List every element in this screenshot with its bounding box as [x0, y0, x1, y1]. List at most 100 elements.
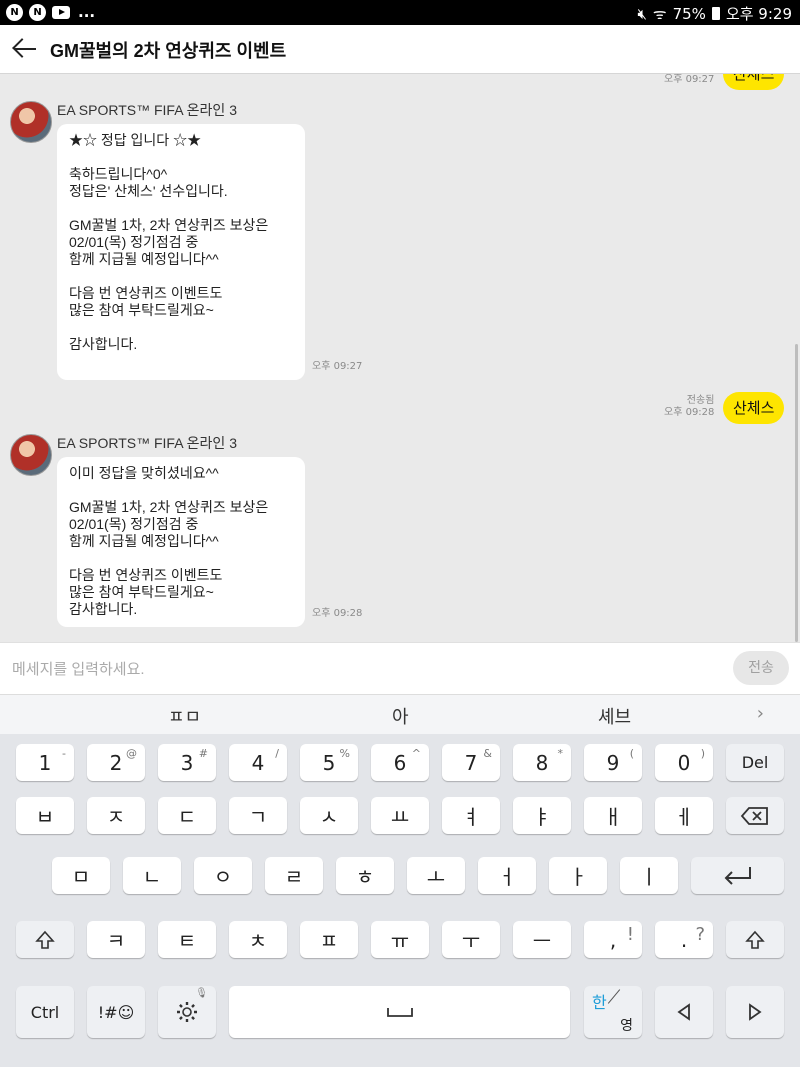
message-time: 오후 09:28 — [664, 407, 715, 418]
enter-key[interactable] — [691, 857, 784, 894]
key-g[interactable]: ㄱ — [229, 797, 287, 834]
key-label: . — [680, 927, 688, 952]
enter-icon — [724, 866, 751, 885]
key-eo[interactable]: ㅓ — [478, 857, 536, 894]
backspace-key[interactable] — [726, 797, 784, 834]
shift-icon — [35, 930, 55, 949]
key-d[interactable]: ㄷ — [158, 797, 216, 834]
message-status-time: 전송됨 오후 09:28 — [664, 395, 714, 419]
key-ae[interactable]: ㅐ — [584, 797, 642, 834]
ctrl-key[interactable]: Ctrl — [16, 986, 74, 1038]
my-message-bubble[interactable]: 산체스 — [723, 392, 785, 424]
key-yu[interactable]: ㅠ — [371, 921, 429, 958]
back-arrow-icon[interactable] — [12, 37, 38, 61]
key-e[interactable]: ㅔ — [655, 797, 713, 834]
chevron-right-icon[interactable]: › — [757, 703, 764, 724]
language-toggle-key[interactable]: 한 영 — [584, 986, 642, 1038]
symbols-key[interactable]: !#☺ — [87, 986, 145, 1038]
sender-name: EA SPORTS™ FIFA 온라인 3 — [57, 102, 237, 118]
key-2[interactable]: 2 @ — [87, 744, 145, 781]
key-sup: - — [62, 747, 66, 760]
key-5[interactable]: 5% — [300, 744, 358, 781]
message-time: 오후 09:27 — [312, 361, 363, 372]
chat-area[interactable]: 오후 09:27 산체스 EA SPORTS™ FIFA 온라인 3 ★☆ 정답… — [0, 74, 800, 642]
key-label: , — [609, 927, 617, 952]
key-label: 3 — [180, 750, 194, 775]
key-sup: ) — [700, 747, 705, 760]
key-sup: ! — [626, 924, 634, 945]
chat-header: GM꿀벌의 2차 연상퀴즈 이벤트 — [0, 25, 800, 74]
key-n[interactable]: ㄴ — [123, 857, 181, 894]
key-p[interactable]: ㅍ — [300, 921, 358, 958]
sent-status: 전송됨 — [686, 395, 715, 406]
key-8[interactable]: 8 * — [513, 744, 571, 781]
key-label: 4 — [251, 750, 265, 775]
status-bar: N N ... 🔇︎ ᯤ 75% 오후 9:29 — [0, 0, 800, 25]
key-sup: ^ — [411, 747, 421, 760]
suggestion-item[interactable]: 셰브 — [598, 703, 631, 729]
suggestion-item[interactable]: ㅍㅁ — [168, 703, 201, 729]
key-k[interactable]: ㅋ — [87, 921, 145, 958]
key-sup: / — [275, 747, 279, 760]
key-3[interactable]: 3 # — [158, 744, 216, 781]
scrollbar[interactable] — [795, 344, 798, 642]
key-4[interactable]: 4/ — [229, 744, 287, 781]
key-label-young: 영 — [620, 1018, 633, 1034]
status-time: 오후 9:29 — [725, 5, 792, 23]
keyboard: 1- 2 @ 3 # 4/ 5% 6 ^ 7 & 8 * 9( 0) Del ㅂ ㅈ ㄷ … — [0, 734, 800, 1067]
suggestion-bar: ㅍㅁ 아 셰브 › — [0, 694, 800, 735]
sender-name: EA SPORTS™ FIFA 온라인 3 — [57, 435, 237, 451]
settings-key[interactable]: 🎙︎ — [158, 986, 216, 1038]
key-ya[interactable]: ㅑ — [513, 797, 571, 834]
key-label: 7 — [464, 750, 478, 775]
received-message-bubble[interactable]: ★☆ 정답 입니다 ☆★ 축하드립니다^0^ 정답은' 산체스' 선수입니다. … — [57, 124, 305, 380]
avatar[interactable] — [10, 101, 52, 143]
send-button[interactable]: 전송 — [733, 651, 789, 685]
key-o[interactable]: ㅗ — [407, 857, 465, 894]
key-ch[interactable]: ㅊ — [229, 921, 287, 958]
key-sup: * — [557, 747, 564, 760]
key-1[interactable]: 1- — [16, 744, 74, 781]
shift-key-right[interactable] — [726, 921, 784, 958]
message-input[interactable] — [10, 655, 714, 683]
key-a[interactable]: ㅏ — [549, 857, 607, 894]
battery-percent: 75% — [672, 4, 706, 23]
chat-title: GM꿀벌의 2차 연상퀴즈 이벤트 — [50, 41, 287, 61]
period-key[interactable]: .? — [655, 921, 713, 958]
key-s[interactable]: ㅅ — [300, 797, 358, 834]
key-b[interactable]: ㅂ — [16, 797, 74, 834]
comma-key[interactable]: ,! — [584, 921, 642, 958]
my-message-bubble[interactable]: 산체스 — [723, 74, 785, 90]
key-r[interactable]: ㄹ — [265, 857, 323, 894]
key-label: 9 — [606, 750, 620, 775]
key-yeo[interactable]: ㅕ — [442, 797, 500, 834]
received-message-bubble[interactable]: 이미 정답을 맞히셨네요^^ GM꿀벌 1차, 2차 연상퀴즈 보상은 02/0… — [57, 457, 305, 627]
key-u[interactable]: ㅜ — [442, 921, 500, 958]
key-t[interactable]: ㅌ — [158, 921, 216, 958]
cursor-right-key[interactable] — [726, 986, 784, 1038]
key-9[interactable]: 9( — [584, 744, 642, 781]
battery-icon — [711, 7, 720, 20]
key-j[interactable]: ㅈ — [87, 797, 145, 834]
mute-icon: 🔇︎ — [637, 4, 647, 23]
key-i[interactable]: ㅣ — [620, 857, 678, 894]
naver-n-icon: N — [29, 3, 46, 21]
key-h[interactable]: ㅎ — [336, 857, 394, 894]
key-yo[interactable]: ㅛ — [371, 797, 429, 834]
key-6[interactable]: 6 ^ — [371, 744, 429, 781]
space-key[interactable] — [229, 986, 570, 1038]
message-input-bar: 전송 — [0, 642, 800, 695]
naver-n-icon: N — [6, 3, 23, 21]
delete-key[interactable]: Del — [726, 744, 784, 781]
shift-key[interactable] — [16, 921, 74, 958]
key-eu[interactable]: ㅡ — [513, 921, 571, 958]
key-7[interactable]: 7 & — [442, 744, 500, 781]
key-m[interactable]: ㅁ — [52, 857, 110, 894]
key-0[interactable]: 0) — [655, 744, 713, 781]
key-ng[interactable]: ㅇ — [194, 857, 252, 894]
suggestion-item[interactable]: 아 — [392, 703, 409, 729]
gear-icon — [177, 1002, 197, 1022]
avatar[interactable] — [10, 434, 52, 476]
shift-icon — [745, 930, 765, 949]
cursor-left-key[interactable] — [655, 986, 713, 1038]
